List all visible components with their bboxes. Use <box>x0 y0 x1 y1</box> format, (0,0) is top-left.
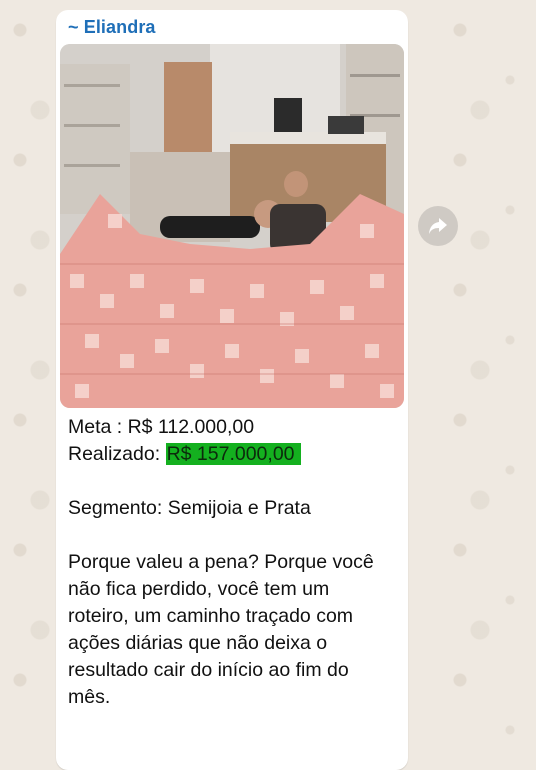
body-line-3: roteiro, um caminho traçado com <box>68 605 354 627</box>
message-photo[interactable] <box>60 44 404 408</box>
realizado-line: Realizado: R$ 157.000,00 <box>68 441 404 468</box>
segmento-line: Segmento: Semijoia e Prata <box>68 497 311 519</box>
sender-name[interactable]: ~ Eliandra <box>68 17 156 38</box>
forward-arrow-icon <box>429 218 447 234</box>
realizado-value-highlight: R$ 157.000,00 <box>165 443 301 465</box>
body-line-2: não fica perdido, você tem um <box>68 578 330 600</box>
photo-illustration <box>60 44 404 408</box>
message-text[interactable]: Meta : R$ 112.000,00 Realizado: R$ 157.0… <box>68 414 404 711</box>
body-line-4: ações diárias que não deixa o <box>68 632 328 654</box>
body-line-5: resultado cair do início ao fim do <box>68 659 349 681</box>
message-bubble[interactable]: ~ Eliandra Meta: R$ 112.000,00 Realizad… <box>56 10 408 770</box>
forward-button[interactable] <box>418 206 458 246</box>
realizado-label: Realizado: <box>68 443 166 465</box>
body-line-1: Porque valeu a pena? Porque você <box>68 551 374 573</box>
body-line-6: mês. <box>68 686 111 708</box>
meta-line: Meta : R$ 112.000,00 <box>68 416 255 438</box>
